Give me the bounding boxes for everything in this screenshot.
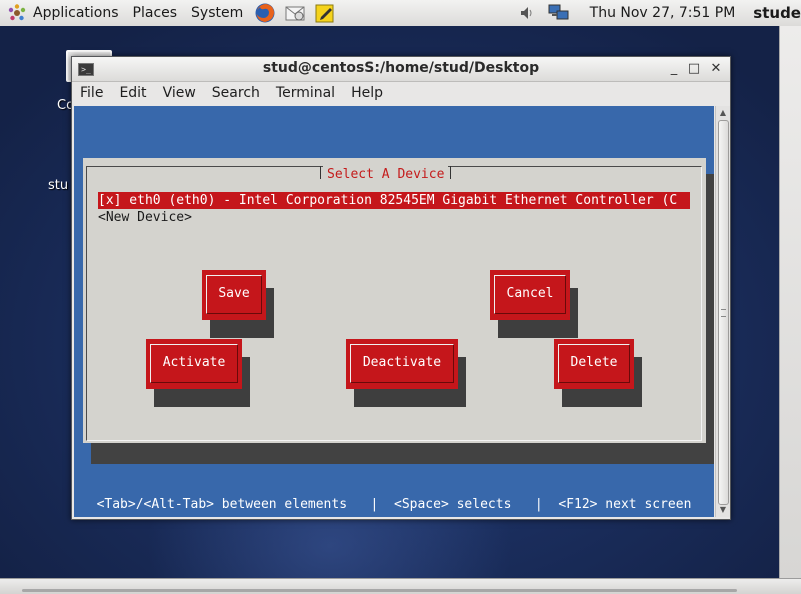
clock[interactable]: Thu Nov 27, 7:51 PM [576,5,750,21]
menu-bar: File Edit View Search Terminal Help [72,82,730,105]
gnome-foot-icon [8,4,26,21]
right-edge-panel [779,26,801,578]
terminal-window: >_ stud@centosS:/home/stud/Desktop _ □ ✕… [71,56,731,520]
network-control[interactable] [542,0,576,26]
button-face: Save [202,270,266,320]
notes-icon [315,4,334,23]
dialog-shadow-right [706,174,714,464]
button-face: Delete [554,339,634,389]
menu-terminal[interactable]: Terminal [268,82,343,105]
scrollbar-thumb[interactable] [718,120,729,505]
minimize-button[interactable]: _ [666,61,682,77]
firefox-icon [255,3,275,23]
bottom-panel [0,578,801,594]
system-label: System [191,5,244,21]
volume-icon [520,7,532,19]
terminal-screen[interactable]: Select A Device [x] eth0 (eth0) - Intel … [74,106,714,517]
menu-view[interactable]: View [155,82,204,105]
menu-edit[interactable]: Edit [111,82,154,105]
system-menu[interactable]: System [184,0,250,26]
activate-button[interactable]: Activate [146,339,250,407]
places-label: Places [132,5,178,21]
network-icon [548,4,569,20]
user-menu[interactable]: stude [749,4,801,22]
volume-control[interactable] [512,0,542,26]
maximize-button[interactable]: □ [686,61,702,77]
firefox-launcher[interactable] [250,0,280,26]
button-face: Cancel [490,270,570,320]
delete-label: Delete [558,344,630,383]
places-menu[interactable]: Places [126,0,185,26]
applications-label: Applications [33,5,119,21]
device-row-new[interactable]: <New Device> [98,209,192,226]
delete-button[interactable]: Delete [554,339,642,407]
activate-label: Activate [150,344,238,383]
button-face: Deactivate [346,339,458,389]
terminal-scrollbar[interactable]: ▲ ▼ [715,106,730,517]
scroll-down-arrow-icon[interactable]: ▼ [717,504,729,516]
deactivate-label: Deactivate [350,344,454,383]
window-titlebar[interactable]: >_ stud@centosS:/home/stud/Desktop _ □ ✕ [72,57,730,82]
close-button[interactable]: ✕ [708,61,724,77]
applications-menu[interactable]: Applications [0,0,126,26]
mail-launcher[interactable] [280,0,310,26]
save-label: Save [206,275,262,314]
dialog-title: Select A Device [319,166,452,184]
cancel-label: Cancel [494,275,566,314]
scrollbar-grip-icon [721,309,726,317]
menu-search[interactable]: Search [204,82,268,105]
cancel-button[interactable]: Cancel [490,270,578,338]
home-icon-label: stu [48,178,69,193]
save-button[interactable]: Save [202,270,274,338]
status-line: <Tab>/<Alt-Tab> between elements | <Spac… [96,497,692,512]
top-panel: Applications Places System Thu Nov 27, 7… [0,0,801,27]
scroll-up-arrow-icon[interactable]: ▲ [717,107,729,119]
menu-help[interactable]: Help [343,82,391,105]
menu-file[interactable]: File [72,82,111,105]
workspace-scroll-indicator [22,589,737,592]
device-row-eth0[interactable]: [x] eth0 (eth0) - Intel Corporation 8254… [98,192,690,209]
deactivate-button[interactable]: Deactivate [346,339,466,407]
notes-launcher[interactable] [310,0,340,26]
button-face: Activate [146,339,242,389]
select-device-dialog: Select A Device [x] eth0 (eth0) - Intel … [83,158,706,443]
window-title: stud@centosS:/home/stud/Desktop [262,60,540,76]
mail-icon [285,6,305,21]
